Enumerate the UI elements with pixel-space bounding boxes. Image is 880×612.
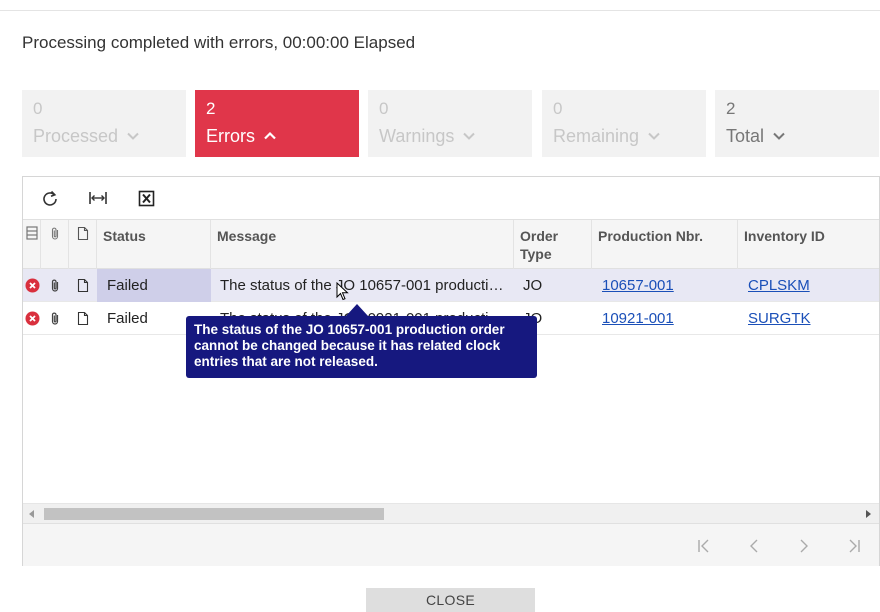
row-error-indicator — [23, 302, 41, 335]
next-page-button[interactable] — [793, 535, 815, 557]
remaining-tile[interactable]: 0 Remaining — [542, 90, 706, 157]
row-note[interactable] — [69, 269, 97, 302]
document-icon — [77, 311, 89, 326]
column-header-status[interactable]: Status — [97, 220, 211, 270]
errors-tile[interactable]: 2 Errors — [195, 90, 359, 157]
paperclip-icon — [51, 227, 58, 240]
row-message[interactable]: The status of the JO 10657-001 productio… — [211, 269, 514, 302]
paperclip-icon — [51, 279, 59, 292]
row-message-text: The status of the JO 10657-001 productio… — [220, 277, 506, 294]
column-header-notes[interactable] — [69, 220, 97, 270]
errors-count: 2 — [206, 99, 216, 118]
previous-page-button[interactable] — [743, 535, 765, 557]
chevron-down-icon — [648, 132, 660, 140]
chevron-down-icon — [463, 132, 476, 140]
row-selector-icon — [25, 226, 38, 240]
column-header-inventory-id[interactable]: Inventory ID — [738, 220, 880, 270]
pager — [23, 523, 879, 566]
close-button[interactable]: CLOSE — [366, 588, 535, 612]
column-header-attachments[interactable] — [41, 220, 69, 270]
chevron-up-icon — [264, 131, 276, 140]
chevron-left-icon — [750, 539, 758, 553]
paperclip-icon — [51, 312, 59, 325]
column-header-message[interactable]: Message — [211, 220, 514, 270]
last-page-button[interactable] — [843, 535, 865, 557]
order-type-label-line2: Type — [520, 246, 552, 262]
row-order-type[interactable]: JO — [514, 269, 592, 302]
scrollbar-thumb[interactable] — [44, 508, 384, 520]
total-label: Total — [726, 126, 765, 146]
row-error-indicator — [23, 269, 41, 302]
warnings-tile[interactable]: 0 Warnings — [368, 90, 532, 157]
processed-label: Processed — [33, 126, 119, 146]
row-production-nbr[interactable]: 10921-001 — [592, 302, 738, 335]
production-nbr-link[interactable]: 10657-001 — [602, 277, 674, 294]
scroll-left-arrow-icon[interactable] — [29, 510, 34, 518]
horizontal-scrollbar[interactable] — [23, 503, 879, 523]
fit-columns-button[interactable] — [85, 185, 111, 211]
summary-tiles: 0 Processed 2 Errors 0 Warnings 0 Remain… — [0, 90, 880, 157]
warnings-count: 0 — [379, 99, 389, 118]
tooltip-pointer — [346, 304, 368, 316]
chevron-down-icon — [773, 132, 785, 140]
production-nbr-link[interactable]: 10921-001 — [602, 310, 674, 327]
document-icon — [77, 278, 89, 293]
chevron-right-icon — [800, 539, 808, 553]
column-header-selector[interactable] — [23, 220, 41, 270]
chevron-down-icon — [127, 132, 139, 140]
warnings-label: Warnings — [379, 126, 455, 146]
scroll-right-arrow-icon[interactable] — [866, 510, 871, 518]
processed-tile[interactable]: 0 Processed — [22, 90, 186, 157]
error-icon — [25, 278, 39, 293]
errors-label: Errors — [206, 126, 255, 146]
processing-status-text: Processing completed with errors, 00:00:… — [22, 33, 416, 52]
table-row[interactable]: Failed The status of the JO 10657-001 pr… — [23, 269, 879, 302]
excel-export-button[interactable] — [133, 185, 159, 211]
inventory-id-link[interactable]: SURGTK — [748, 310, 811, 327]
row-note[interactable] — [69, 302, 97, 335]
row-inventory-id[interactable]: CPLSKM — [738, 269, 880, 302]
remaining-count: 0 — [553, 99, 563, 118]
total-count: 2 — [726, 99, 736, 118]
last-page-icon — [849, 539, 860, 553]
top-divider — [0, 10, 880, 11]
row-status[interactable]: Failed — [97, 269, 211, 302]
column-header-production-nbr[interactable]: Production Nbr. — [592, 220, 738, 270]
excel-export-icon — [138, 190, 154, 206]
processed-count: 0 — [33, 99, 43, 118]
row-attachment[interactable] — [41, 302, 69, 335]
refresh-button[interactable] — [37, 185, 63, 211]
refresh-icon — [43, 190, 57, 206]
inventory-id-link[interactable]: CPLSKM — [748, 277, 810, 294]
remaining-label: Remaining — [553, 126, 640, 146]
error-icon — [25, 311, 39, 326]
total-tile[interactable]: 2 Total — [715, 90, 879, 157]
order-type-label-line1: Order — [520, 228, 559, 244]
document-icon — [77, 226, 88, 241]
mouse-cursor-icon — [336, 282, 349, 301]
first-page-icon — [698, 539, 709, 553]
message-tooltip: The status of the JO 10657-001 productio… — [186, 316, 537, 378]
row-inventory-id[interactable]: SURGTK — [738, 302, 880, 335]
grid-toolbar — [23, 177, 879, 219]
row-production-nbr[interactable]: 10657-001 — [592, 269, 738, 302]
column-header-order-type[interactable]: Order Type — [514, 220, 592, 270]
first-page-button[interactable] — [693, 535, 715, 557]
grid-header: Status Message Order Type Production Nbr… — [23, 219, 880, 270]
fit-columns-icon — [89, 192, 107, 204]
row-attachment[interactable] — [41, 269, 69, 302]
